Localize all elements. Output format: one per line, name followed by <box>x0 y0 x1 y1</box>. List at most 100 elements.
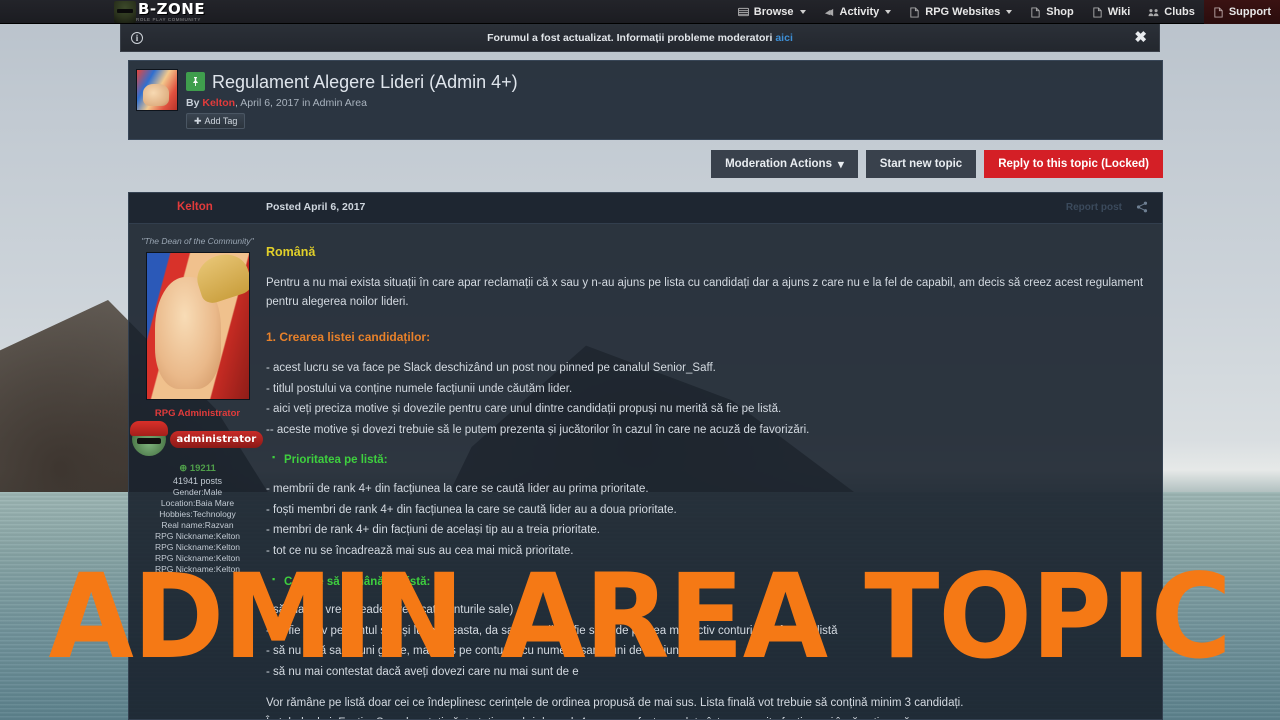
avatar[interactable] <box>145 252 250 400</box>
post-line: - foști membri de rank 4+ din facțiunea … <box>266 503 677 516</box>
post-line: În tabul adminFactionSearch puteți căuta… <box>266 714 1148 719</box>
topic-actions-bar: Moderation Actions ▾ Start new topic Rep… <box>711 150 1163 178</box>
page-title: Regulament Alegere Lideri (Admin 4+) <box>212 71 518 92</box>
nav-label: Browse <box>753 6 794 18</box>
post-line: Vor rămâne pe listă doar cei ce îndeplin… <box>266 696 964 709</box>
site-logo[interactable]: B-ZONE ROLE PLAY COMMUNITY <box>114 0 205 24</box>
nav-label: Wiki <box>1107 6 1131 18</box>
post-bullet-list-1: Prioritatea pe listă: <box>272 450 1148 470</box>
nav-label: Activity <box>839 6 880 18</box>
nav-item-clubs[interactable]: Clubs <box>1139 0 1204 24</box>
nav-item-shop[interactable]: Shop <box>1021 0 1083 24</box>
main-menu: Browse Activity RPG Websites Shop Wiki C… <box>729 0 1280 24</box>
post-line: - să mai fie vreun leader (verificați co… <box>266 604 514 617</box>
nav-item-activity[interactable]: Activity <box>815 0 901 24</box>
nav-item-rpg-websites[interactable]: RPG Websites <box>900 0 1021 24</box>
moderation-actions-button[interactable]: Moderation Actions ▾ <box>711 150 858 178</box>
nav-item-wiki[interactable]: Wiki <box>1083 0 1140 24</box>
top-navigation-bar: B-ZONE ROLE PLAY COMMUNITY Browse Activi… <box>0 0 1280 24</box>
post-line: - membrii de rank 4+ din facțiunea la ca… <box>266 483 649 496</box>
author-field-nickname-3: RPG Nickname:Kelton <box>154 553 241 563</box>
post-intro-paragraph: Pentru a nu mai exista situații în care … <box>266 277 1144 308</box>
nav-label: Support <box>1228 6 1271 18</box>
reputation-icon: ⊕ <box>179 463 188 474</box>
browse-icon <box>737 7 749 18</box>
post-body: Română Pentru a nu mai exista situații î… <box>266 224 1162 719</box>
author-reputation: ⊕ 19211 <box>129 463 266 474</box>
author-field-location: Location:Baia Mare <box>160 498 235 508</box>
topic-byline: By Kelton, April 6, 2017 in Admin Area <box>186 97 367 109</box>
logo-subtitle: ROLE PLAY COMMUNITY <box>136 17 201 22</box>
post-card: Kelton Posted April 6, 2017 Report post … <box>128 192 1163 720</box>
moderation-actions-label: Moderation Actions <box>725 158 832 170</box>
author-field-realname: Real name:Razvan <box>161 520 234 530</box>
chevron-down-icon <box>1006 10 1013 14</box>
post-line: - membri de rank 4+ din facțiuni de acel… <box>266 524 600 537</box>
post-line: - acest lucru se va face pe Slack deschi… <box>266 361 716 374</box>
list-item: Prioritatea pe listă: <box>272 450 1148 470</box>
page-icon <box>1092 6 1103 18</box>
post-section-1-heading: 1. Crearea listei candidaților: <box>266 329 431 344</box>
status-badge: administrator <box>169 430 264 448</box>
start-new-topic-button[interactable]: Start new topic <box>865 150 977 178</box>
logo-mascot-icon <box>114 1 136 23</box>
chevron-down-icon <box>885 10 892 14</box>
activity-icon <box>824 7 835 18</box>
nav-item-browse[interactable]: Browse <box>729 0 815 24</box>
post-line: - să nu aibă sancțiuni grave, mai ales p… <box>266 645 686 658</box>
page-icon <box>1213 6 1224 18</box>
post-language-heading: Română <box>266 245 316 259</box>
add-tag-button[interactable]: ✚ Add Tag <box>186 113 246 129</box>
author-rank-title: RPG Administrator <box>154 408 241 419</box>
author-field-nickname-1: RPG Nickname:Kelton <box>154 531 241 541</box>
author-field-gender: Gender:Male <box>172 487 223 497</box>
post-line: - titlul postului va conține numele facț… <box>266 382 573 395</box>
page-icon <box>909 6 920 18</box>
nav-label: Clubs <box>1164 6 1195 18</box>
add-tag-label: Add Tag <box>204 116 238 126</box>
announcement-link[interactable]: aici <box>775 32 793 44</box>
reply-to-topic-button[interactable]: Reply to this topic (Locked) <box>984 150 1163 178</box>
post-date: Posted April 6, 2017 <box>266 201 366 213</box>
chevron-down-icon: ▾ <box>837 159 844 171</box>
rank-avatar-icon <box>129 421 168 456</box>
close-icon[interactable]: ✖ <box>1134 30 1147 45</box>
topic-title-row: Regulament Alegere Lideri (Admin 4+) <box>186 72 518 91</box>
topic-author-avatar[interactable] <box>136 69 178 111</box>
report-post-button[interactable]: Report post <box>1066 202 1122 213</box>
nav-label: RPG Websites <box>925 6 1001 18</box>
post-bullet-list-2: Cerințe să rămână pe listă: <box>272 572 1148 592</box>
post-line: - să nu mai contestat dacă aveți dovezi … <box>266 666 579 679</box>
by-label: By <box>186 97 200 109</box>
announcement-banner: i Forumul a fost actualizat. Informații … <box>120 24 1160 52</box>
clubs-icon <box>1148 7 1159 18</box>
author-rank-row: administrator <box>129 421 266 456</box>
announcement-text: Forumul a fost actualizat. Informații pr… <box>121 32 1159 44</box>
announcement-message: Forumul a fost actualizat. Informații pr… <box>487 31 776 44</box>
info-icon: i <box>131 31 143 44</box>
logo-text: B-ZONE <box>138 0 206 18</box>
post-author-sidebar: "The Dean of the Community" RPG Administ… <box>129 224 266 719</box>
author-post-count: 41941 posts <box>172 476 223 486</box>
post-author-link[interactable]: Kelton <box>177 201 213 213</box>
author-field-hobbies: Hobbies:Technology <box>159 509 236 519</box>
nav-item-support[interactable]: Support <box>1203 0 1280 24</box>
post-header: Kelton Posted April 6, 2017 Report post <box>129 193 1162 224</box>
post-line: - să fie activ pe contul său și luna ace… <box>266 624 838 637</box>
post-line: - tot ce nu se încadrează mai sus au cea… <box>266 544 574 557</box>
list-item: Cerințe să rămână pe listă: <box>272 572 1148 592</box>
reputation-value: 19211 <box>189 463 216 474</box>
author-quote: "The Dean of the Community" <box>141 236 254 246</box>
nav-label: Shop <box>1046 6 1074 18</box>
pinned-icon <box>186 72 205 91</box>
author-field-nickname-4: RPG Nickname:Kelton <box>154 564 241 574</box>
topic-header-card: Regulament Alegere Lideri (Admin 4+) By … <box>128 60 1163 140</box>
share-icon[interactable] <box>1136 201 1148 216</box>
plus-icon: ✚ <box>194 115 202 126</box>
page-icon <box>1030 6 1041 18</box>
post-line: - aici veți preciza motive și dovezile p… <box>266 403 782 416</box>
author-field-nickname-2: RPG Nickname:Kelton <box>154 542 241 552</box>
post-line: -- aceste motive și dovezi trebuie să le… <box>266 423 810 436</box>
topic-author-link[interactable]: Kelton <box>202 97 235 109</box>
topic-meta: , April 6, 2017 in Admin Area <box>235 97 367 109</box>
